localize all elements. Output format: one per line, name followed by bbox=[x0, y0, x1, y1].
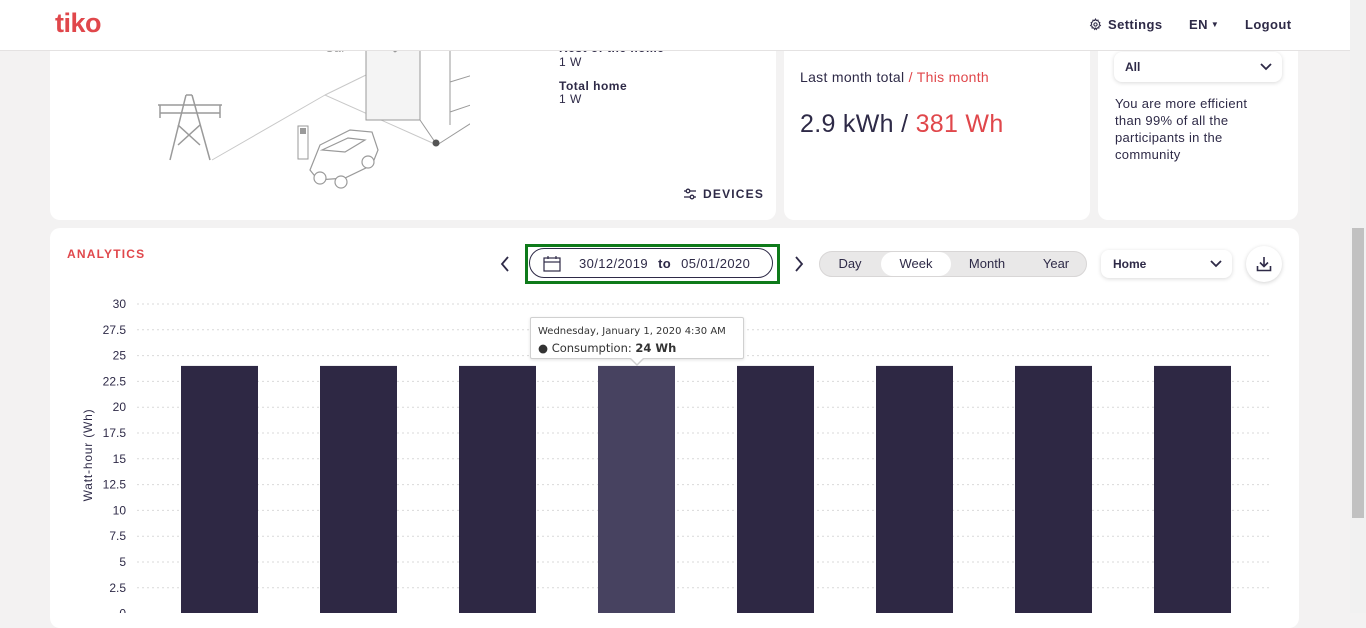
total-home-label: Total home bbox=[559, 79, 628, 93]
tooltip-date: Wednesday, January 1, 2020 4:30 AM bbox=[538, 326, 726, 337]
rest-of-home-value: 1 W bbox=[559, 55, 582, 69]
community-filter-value: All bbox=[1125, 60, 1141, 74]
calendar-icon bbox=[543, 255, 561, 272]
this-month-value: 381 Wh bbox=[915, 110, 1004, 138]
period-day-button[interactable]: Day bbox=[820, 252, 880, 276]
period-month-button[interactable]: Month bbox=[954, 252, 1020, 276]
page-scrollbar-thumb[interactable] bbox=[1352, 228, 1364, 518]
period-selector: Day Week Month Year bbox=[819, 251, 1087, 277]
language-dropdown[interactable]: EN ▼ bbox=[1189, 17, 1219, 32]
date-to-word: to bbox=[658, 255, 672, 271]
home-illustration bbox=[158, 30, 470, 189]
tooltip-series-label: Consumption: bbox=[551, 341, 632, 355]
chevron-down-icon bbox=[1260, 63, 1272, 71]
download-button[interactable] bbox=[1246, 246, 1282, 282]
settings-link[interactable]: Settings bbox=[1089, 17, 1162, 32]
devices-button[interactable]: DEVICES bbox=[683, 187, 764, 201]
power-pylon-icon bbox=[158, 94, 222, 161]
tooltip-series: ● Consumption: 24 Wh bbox=[538, 341, 677, 355]
scope-select[interactable]: Home bbox=[1101, 250, 1232, 278]
last-month-label: Last month total bbox=[800, 69, 905, 85]
period-week-button[interactable]: Week bbox=[881, 252, 951, 276]
top-bar: tiko Settings EN ▼ Logout bbox=[0, 0, 1350, 51]
language-label: EN bbox=[1189, 17, 1208, 32]
scope-value: Home bbox=[1113, 257, 1147, 271]
analytics-card bbox=[50, 228, 1299, 628]
settings-label: Settings bbox=[1108, 17, 1163, 32]
sliders-icon bbox=[684, 188, 696, 200]
download-icon bbox=[1256, 257, 1272, 272]
last-month-value: 2.9 kWh bbox=[800, 110, 894, 138]
chevron-down-icon bbox=[1210, 260, 1222, 268]
caret-down-icon: ▼ bbox=[1210, 20, 1220, 29]
period-year-button[interactable]: Year bbox=[1023, 252, 1089, 276]
community-filter-select[interactable]: All bbox=[1114, 52, 1282, 82]
monthly-total-heading: Last month total / This month bbox=[800, 69, 989, 85]
heading-separator: / bbox=[908, 69, 913, 85]
logout-link[interactable]: Logout bbox=[1245, 17, 1291, 32]
tooltip-tail-fill bbox=[631, 358, 643, 364]
monthly-total-values: 2.9 kWh / 381 Wh bbox=[800, 110, 1004, 139]
date-from: 30/12/2019 bbox=[579, 255, 649, 271]
next-period-button[interactable] bbox=[790, 254, 808, 274]
value-separator: / bbox=[901, 110, 909, 138]
this-month-label: This month bbox=[916, 69, 990, 85]
tiko-logo[interactable]: tiko bbox=[55, 8, 102, 39]
chart-tooltip: Wednesday, January 1, 2020 4:30 AM ● Con… bbox=[530, 317, 744, 366]
tooltip-value: 24 Wh bbox=[635, 341, 677, 355]
gear-icon bbox=[1089, 18, 1102, 31]
community-efficiency-message: You are more efficient than 99% of all t… bbox=[1115, 96, 1248, 162]
previous-period-button[interactable] bbox=[496, 254, 514, 274]
car-icon bbox=[309, 129, 379, 189]
date-range-picker[interactable]: 30/12/2019 to 05/01/2020 bbox=[529, 248, 773, 278]
date-to: 05/01/2020 bbox=[681, 255, 751, 271]
total-home-value: 1 W bbox=[559, 92, 582, 106]
analytics-title: ANALYTICS bbox=[67, 247, 146, 261]
devices-label: DEVICES bbox=[703, 187, 765, 201]
